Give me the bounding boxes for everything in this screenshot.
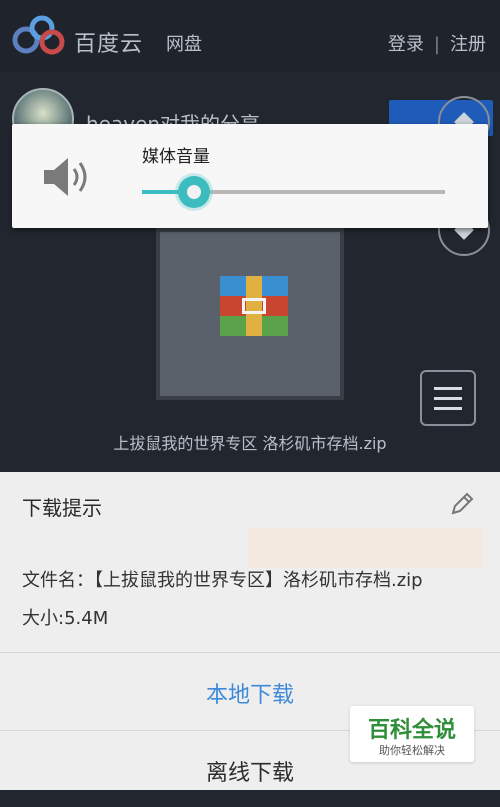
edit-pencil-icon[interactable] [448, 490, 476, 518]
volume-dialog: 媒体音量 [12, 124, 488, 228]
auth-separator: | [433, 34, 440, 55]
register-link[interactable]: 注册 [450, 34, 486, 55]
background-button [248, 528, 482, 568]
watermark-badge: 百科全说 助你轻松解决 [350, 706, 474, 762]
brand-name: 百度云 [74, 32, 144, 57]
zip-file-icon [220, 276, 288, 336]
file-name-label: 上拔鼠我的世界专区 洛杉矶市存档.zip [113, 434, 387, 453]
file-size-info: 大小:5.4M [22, 608, 109, 629]
top-bar: 百度云 网盘 登录 | 注册 [0, 0, 500, 72]
baidu-cloud-logo [12, 15, 65, 55]
sheet-title: 下载提示 [22, 496, 102, 520]
volume-title: 媒体音量 [142, 147, 210, 167]
login-link[interactable]: 登录 [388, 34, 424, 55]
local-download-label: 本地下载 [205, 683, 294, 708]
file-preview [156, 228, 344, 400]
menu-button[interactable] [420, 370, 476, 426]
auth-links: 登录 | 注册 [388, 30, 486, 56]
watermark-sub: 助你轻松解决 [379, 744, 445, 757]
brand-product: 网盘 [166, 34, 202, 55]
volume-slider-thumb[interactable] [178, 176, 210, 208]
speaker-icon [44, 158, 87, 196]
file-name-info: 文件名：【上拔鼠我的世界专区】洛杉矶市存档.zip [22, 570, 423, 591]
watermark-main: 百科全说 [367, 718, 456, 743]
